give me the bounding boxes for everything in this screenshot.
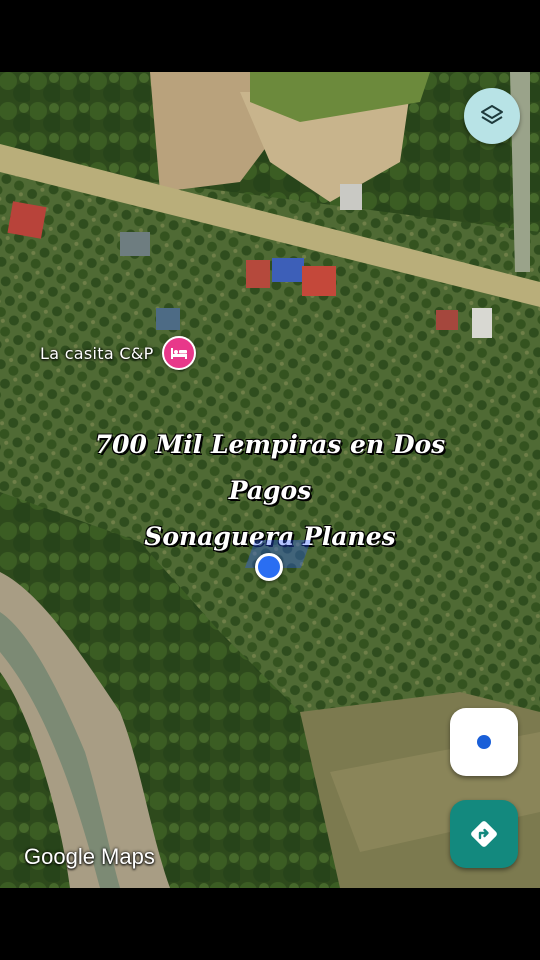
place-label: La casita C&P — [40, 343, 154, 363]
google-maps-logo: Google Maps — [24, 844, 155, 869]
place-marker[interactable]: La casita C&P — [40, 336, 196, 370]
my-location-icon — [477, 735, 491, 749]
caption-line-2: Pagos — [228, 476, 312, 505]
directions-button[interactable] — [450, 800, 518, 868]
caption-line-1: 700 Mil Lempiras en Dos — [94, 430, 446, 459]
my-location-button[interactable] — [450, 708, 518, 776]
layers-button[interactable] — [464, 88, 520, 144]
hotel-bed-icon[interactable] — [161, 336, 196, 370]
layers-icon — [481, 105, 503, 124]
current-location-dot — [255, 553, 283, 581]
directions-icon — [471, 821, 497, 847]
